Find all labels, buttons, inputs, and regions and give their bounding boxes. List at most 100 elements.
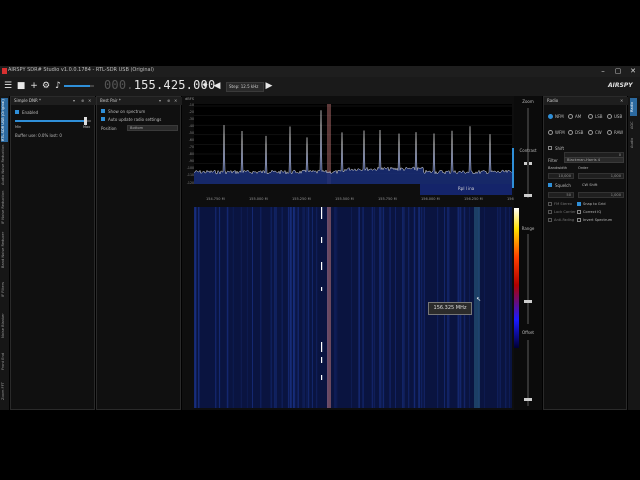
anti-fading-label: Anti-Fading (554, 218, 575, 222)
order-label: Order (578, 166, 589, 170)
airspy-logo: AIRSPY (608, 82, 633, 89)
panel-menu-icon[interactable]: ▾ (73, 97, 75, 105)
dnr-level-thumb[interactable] (84, 117, 87, 125)
waterfall-noise-stripe (281, 207, 283, 408)
tab-noise-blanker[interactable]: Noise Blanker (1, 306, 8, 346)
hamburger-icon[interactable]: ☰ (3, 80, 13, 92)
tab-agc[interactable]: AGC (630, 118, 637, 132)
title-bar: AIRSPY SDR# Studio v1.0.0.1784 - RTL-SDR… (0, 66, 640, 77)
tab-zoom-fft[interactable]: Zoom FFT (1, 376, 8, 406)
fm-stereo-checkbox[interactable] (548, 202, 552, 206)
squelch-checkbox[interactable] (548, 183, 552, 187)
radio-panel: Radio ✕ NFM AM LSB USB WFM DSB CW RAW Sh… (543, 96, 628, 410)
tab-front-end[interactable]: Front End (1, 348, 8, 374)
tab-if-noise-reduction[interactable]: IF Noise Reduction (1, 188, 8, 226)
invert-spectrum-label: Invert Spectrum (583, 218, 613, 222)
frequency-display[interactable]: 000.155.425.000 (104, 78, 215, 92)
y-tick-label: -110 (186, 173, 194, 178)
mode-usb-radio[interactable] (607, 114, 612, 119)
offset-thumb[interactable] (524, 398, 532, 401)
waterfall-noise-stripe (509, 207, 510, 408)
panel-close-icon[interactable]: ✕ (620, 97, 623, 105)
range-thumb[interactable] (524, 300, 532, 303)
offset-label: Offset (521, 330, 535, 335)
panel-menu-icon[interactable]: ▾ (159, 97, 161, 105)
mode-am-radio[interactable] (568, 114, 573, 119)
maximize-button[interactable]: ▢ (611, 66, 625, 77)
squelch-label: Squelch (555, 183, 571, 188)
mode-lsb-radio[interactable] (588, 114, 593, 119)
toolbar: ☰ ■ + ⚙ ♪ 000.155.425.000 ✦ ◀ Step: 12.5… (0, 77, 640, 96)
contrast-slider[interactable] (524, 158, 532, 198)
simple-dnr-panel: Simple DNR * ▾ ⊕ ✕ Enabled Min Max Buffe… (10, 96, 96, 410)
position-select[interactable]: Bottom (127, 125, 178, 131)
waterfall-noise-stripe (275, 207, 277, 408)
best-pair-panel: Best Pair * ▾ ⊕ ✕ Show on spectrum Auto … (96, 96, 182, 410)
dnr-level-slider[interactable] (15, 117, 91, 125)
shift-checkbox[interactable] (548, 146, 552, 150)
cw-shift-input[interactable]: 1,000 (578, 192, 624, 198)
enabled-checkbox[interactable] (15, 110, 19, 114)
auto-update-checkbox[interactable] (101, 117, 105, 121)
waterfall-tuned-marker[interactable] (327, 207, 331, 408)
close-button[interactable]: ✕ (626, 66, 640, 77)
tab-audio[interactable]: Audio (630, 134, 637, 152)
invert-spectrum-checkbox[interactable] (577, 218, 581, 222)
waterfall-noise-stripe (497, 207, 499, 408)
waterfall-noise-stripe (395, 207, 396, 408)
frequency-tooltip: 156.325 MHz (428, 302, 472, 315)
tab-audio-noise-reduction[interactable]: Audio Noise Reduction (1, 144, 8, 186)
auto-update-label: Auto update radio settings (108, 117, 162, 122)
tab-if-filters[interactable]: IF Filters (1, 274, 8, 304)
show-on-spectrum-checkbox[interactable] (101, 109, 105, 113)
step-select[interactable]: Step: 12.5 kHz (226, 82, 264, 92)
correct-iq-checkbox[interactable] (577, 210, 581, 214)
range-slider[interactable] (524, 234, 532, 324)
waterfall-noise-stripe (389, 207, 391, 408)
waterfall-noise-stripe (499, 207, 501, 408)
stop-icon[interactable]: ■ (16, 80, 26, 92)
mode-dsb-radio[interactable] (568, 130, 573, 135)
add-icon[interactable]: + (29, 80, 39, 92)
tab-radio[interactable]: Radio (630, 98, 637, 116)
squelch-input[interactable]: 50 (548, 192, 574, 198)
filter-select[interactable]: Blackman-Harris 4 (564, 157, 624, 163)
lock-carrier-checkbox[interactable] (548, 210, 552, 214)
left-icon[interactable]: ◀ (212, 80, 222, 92)
order-input[interactable]: 1,000 (578, 173, 624, 179)
speaker-icon[interactable]: ♪ (53, 80, 63, 92)
anti-fading-checkbox[interactable] (548, 218, 552, 222)
minimize-button[interactable]: – (596, 66, 610, 77)
mode-raw-radio[interactable] (607, 130, 612, 135)
waterfall-noise-stripe (274, 207, 276, 408)
tab-rtl-sdr[interactable]: RTL-SDR USB (Original) (1, 98, 8, 142)
panel-close-icon[interactable]: ✕ (174, 97, 177, 105)
waterfall-noise-stripe (295, 207, 297, 408)
mode-wfm-radio[interactable] (548, 130, 553, 135)
tab-band-noise-reducer[interactable]: Band Noise Reducer (1, 228, 8, 272)
waterfall-noise-stripe (290, 207, 293, 408)
waterfall-noise-stripe (423, 207, 425, 408)
mode-nfm-radio[interactable] (548, 114, 553, 119)
waterfall-noise-stripe (198, 207, 199, 408)
mode-cw-radio[interactable] (588, 130, 593, 135)
bandwidth-input[interactable]: 10,000 (548, 173, 574, 179)
spectrum-unit-label: dBFS (185, 97, 195, 101)
snap-to-grid-checkbox[interactable] (577, 202, 581, 206)
volume-slider[interactable] (64, 85, 94, 87)
right-icon[interactable]: ▶ (264, 80, 274, 92)
waterfall-noise-stripe (351, 207, 352, 408)
step-label: Step: 12.5 kHz (229, 84, 259, 89)
panel-pin-icon[interactable]: ⊕ (81, 97, 84, 105)
offset-slider[interactable] (524, 340, 532, 406)
waterfall-noise-stripe (297, 207, 299, 408)
gear-icon[interactable]: ⚙ (41, 80, 51, 92)
panel-close-icon[interactable]: ✕ (88, 97, 91, 105)
spectrum-plot[interactable] (194, 104, 512, 184)
contrast-thumb[interactable] (524, 194, 532, 197)
waterfall-noise-stripe (402, 207, 403, 408)
spectrum-y-axis: -10 -20 -30 -40 -50 -60 -70 -80 -90 -100 -110 -120 (183, 103, 194, 185)
pin-icon[interactable]: ✦ (200, 80, 210, 92)
panel-pin-icon[interactable]: ⊕ (167, 97, 170, 105)
filter-value: Blackman-Harris 4 (567, 158, 601, 162)
